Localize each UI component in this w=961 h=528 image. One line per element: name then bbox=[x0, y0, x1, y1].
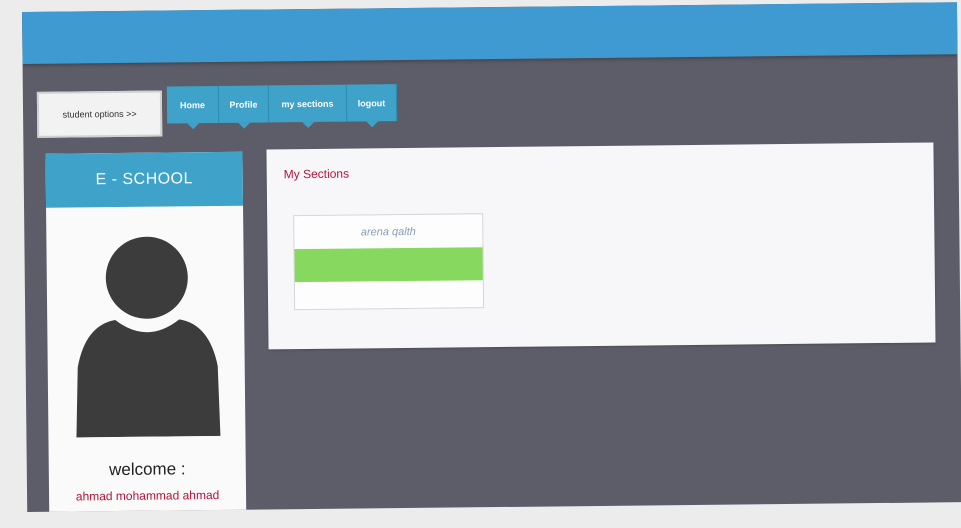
nav-profile[interactable]: Profile bbox=[218, 85, 270, 129]
nav-notch bbox=[301, 121, 314, 129]
welcome-text: welcome : bbox=[108, 459, 186, 480]
nav-home[interactable]: Home bbox=[166, 85, 220, 130]
top-banner bbox=[22, 2, 958, 64]
nav-my-sections-label: my sections bbox=[281, 98, 334, 109]
nav-notch bbox=[237, 122, 250, 129]
user-avatar-icon bbox=[76, 236, 221, 438]
avatar bbox=[58, 226, 236, 438]
nav-my-sections[interactable]: my sections bbox=[268, 84, 348, 129]
profile-sidebar: E - SCHOOL welcome : ahmad mohammad ahma… bbox=[45, 151, 247, 512]
nav-home-label: Home bbox=[179, 99, 206, 110]
nav-logout[interactable]: logout bbox=[346, 84, 398, 128]
nav-logout-label: logout bbox=[357, 97, 386, 108]
my-sections-panel: My Sections arena qalth bbox=[266, 142, 936, 350]
student-options-button[interactable]: student options >> bbox=[36, 90, 163, 138]
sidebar-title: E - SCHOOL bbox=[45, 151, 244, 208]
student-options-label: student options >> bbox=[62, 108, 137, 120]
section-card[interactable]: arena qalth bbox=[293, 213, 485, 311]
panel-title: My Sections bbox=[283, 166, 350, 182]
app-screen: student options >> Home Profile my secti… bbox=[22, 2, 961, 512]
section-name: arena qalth bbox=[360, 225, 416, 238]
section-status-bar[interactable] bbox=[294, 247, 483, 283]
nav-profile-label: Profile bbox=[229, 99, 258, 110]
user-name: ahmad mohammad ahmad bbox=[75, 487, 220, 504]
nav-notch bbox=[186, 123, 199, 130]
main-nav: Home Profile my sections logout bbox=[166, 84, 398, 130]
nav-notch bbox=[365, 121, 378, 128]
